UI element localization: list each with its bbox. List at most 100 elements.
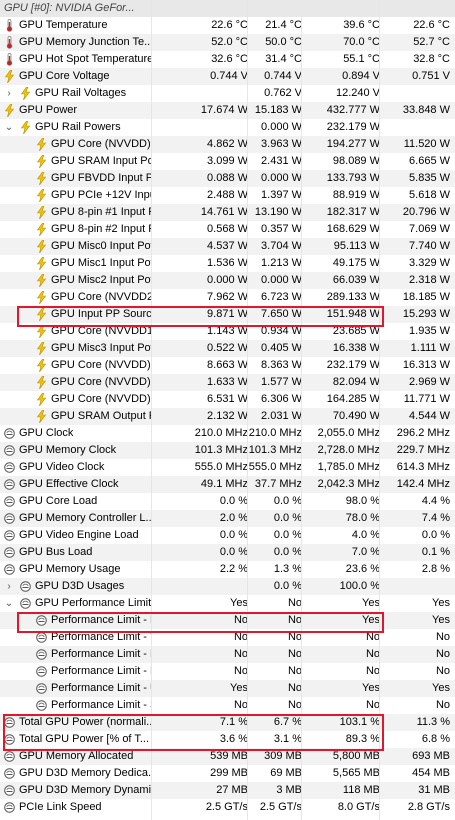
sensor-name-cell: Performance Limit - M... bbox=[0, 663, 152, 680]
sensor-label: Performance Limit - T... bbox=[51, 631, 152, 643]
table-row[interactable]: Total GPU Power (normali... 7.1 % 6.7 % 103… bbox=[0, 714, 455, 731]
sensor-label: GPU D3D Usages bbox=[35, 580, 125, 592]
gauge-icon bbox=[20, 597, 31, 610]
table-row[interactable]: Performance Limit - M... No No No No bbox=[0, 663, 455, 680]
sensor-label: Performance Limit - R... bbox=[51, 648, 152, 660]
table-row[interactable]: GPU Memory Clock 101.3 MHz 101.3 MHz 2,728.… bbox=[0, 442, 455, 459]
table-row[interactable]: GPU Core (NVVDD2) I... 7.962 W 6.723 W 289.… bbox=[0, 289, 455, 306]
table-row[interactable]: GPU Memory Usage 2.2 % 1.3 % 23.6 % 2.8 % bbox=[0, 561, 455, 578]
sensor-name-cell: GPU Core Voltage bbox=[0, 68, 152, 85]
table-row[interactable]: GPU SRAM Input Pow... 3.099 W 2.431 W 98.08… bbox=[0, 153, 455, 170]
table-row[interactable]: Performance Limit - U... Yes No Yes Yes bbox=[0, 680, 455, 697]
table-row[interactable]: GPU Bus Load 0.0 % 0.0 % 7.0 % 0.1 % bbox=[0, 544, 455, 561]
gpu-group-header[interactable]: GPU [#0]: NVIDIA GeFor... bbox=[0, 0, 455, 17]
table-row[interactable]: GPU Memory Junction Te... 52.0 °C 50.0 °C 7… bbox=[0, 34, 455, 51]
table-row[interactable]: GPU Power 17.674 W 15.183 W 432.777 W 33.848… bbox=[0, 102, 455, 119]
average-value: 296.2 MHz bbox=[396, 427, 450, 439]
sensor-label: GPU Misc1 Input Power bbox=[51, 257, 152, 269]
table-row[interactable]: ⌄ GPU Performance Limits Yes No Yes Yes bbox=[0, 595, 455, 612]
table-row[interactable]: GPU PCIe +12V Input... 2.488 W 1.397 W 88.9… bbox=[0, 187, 455, 204]
table-row[interactable]: GPU Video Engine Load 0.0 % 0.0 % 4.0 % 0.0 … bbox=[0, 527, 455, 544]
sensor-label: GPU FBVDD Input Po... bbox=[51, 172, 152, 184]
table-row[interactable]: Performance Limit - P... No No Yes Yes bbox=[0, 612, 455, 629]
lightning-icon bbox=[36, 359, 47, 372]
table-row[interactable]: GPU Core (NVVDD) In... 4.862 W 3.963 W 194.… bbox=[0, 136, 455, 153]
current-value: 1.536 W bbox=[207, 257, 248, 269]
minimum-value: 3.1 % bbox=[273, 733, 302, 745]
table-row[interactable]: GPU Temperature 22.6 °C 21.4 °C 39.6 °C 22.6… bbox=[0, 17, 455, 34]
minimum-value: 13.190 W bbox=[254, 206, 302, 218]
collapse-chevron-icon[interactable]: ⌄ bbox=[4, 122, 14, 133]
gauge-icon bbox=[4, 427, 15, 440]
sensor-name-cell: Total GPU Power [% of T... bbox=[0, 731, 152, 748]
table-row[interactable]: GPU Core (NVVDD) O... 6.531 W 6.306 W 164.2… bbox=[0, 391, 455, 408]
table-row[interactable]: GPU Misc0 Input Power 4.537 W 3.704 W 95.11… bbox=[0, 238, 455, 255]
table-row[interactable]: GPU SRAM Output Po... 2.132 W 2.031 W 70.49… bbox=[0, 408, 455, 425]
table-row[interactable]: GPU Core (NVVDD) O... 1.633 W 1.577 W 82.09… bbox=[0, 374, 455, 391]
average-value: Yes bbox=[432, 597, 450, 609]
table-row[interactable]: Total GPU Power [% of T... 3.6 % 3.1 % 89.3… bbox=[0, 731, 455, 748]
maximum-value: 5,800 MB bbox=[332, 750, 380, 762]
lightning-icon bbox=[20, 87, 31, 100]
minimum-value: 0.762 V bbox=[264, 87, 302, 99]
minimum-value: 31.4 °C bbox=[265, 53, 302, 65]
table-row[interactable]: GPU Clock 210.0 MHz 210.0 MHz 2,055.0 MHz 29… bbox=[0, 425, 455, 442]
minimum-value: 2.431 W bbox=[261, 155, 302, 167]
collapse-chevron-icon[interactable]: ⌄ bbox=[4, 598, 14, 609]
sensor-label: GPU Core (NVVDD) O... bbox=[51, 359, 152, 371]
table-row[interactable]: Performance Limit - R... No No No No bbox=[0, 646, 455, 663]
table-row[interactable]: PCIe Link Speed 2.5 GT/s 2.5 GT/s 8.0 GT/s 2… bbox=[0, 799, 455, 816]
minimum-value: No bbox=[287, 648, 302, 660]
current-value: 4.537 W bbox=[207, 240, 248, 252]
current-value: No bbox=[233, 665, 248, 677]
table-row[interactable]: GPU 8-pin #2 Input P... 0.568 W 0.357 W 168… bbox=[0, 221, 455, 238]
table-row[interactable]: GPU Misc2 Input Power 0.000 W 0.000 W 66.03… bbox=[0, 272, 455, 289]
current-value: 2.132 W bbox=[207, 410, 248, 422]
table-row[interactable]: GPU Effective Clock 49.1 MHz 37.7 MHz 2,042… bbox=[0, 476, 455, 493]
sensor-label: GPU Clock bbox=[19, 427, 74, 439]
table-row[interactable]: GPU Memory Allocated 539 MB 309 MB 5,800 MB… bbox=[0, 748, 455, 765]
current-value: 17.674 W bbox=[200, 104, 248, 116]
expand-chevron-icon[interactable]: › bbox=[4, 581, 14, 592]
current-value: 0.522 W bbox=[207, 342, 248, 354]
sensor-name-cell: GPU 8-pin #2 Input P... bbox=[0, 221, 152, 238]
thermometer-icon bbox=[4, 19, 15, 32]
expand-chevron-icon[interactable]: › bbox=[4, 88, 14, 99]
table-row[interactable]: › GPU D3D Usages 0.0 % 100.0 % bbox=[0, 578, 455, 595]
gauge-icon bbox=[36, 699, 47, 712]
table-row[interactable]: GPU Core (NVVDD) O... 8.663 W 8.363 W 232.1… bbox=[0, 357, 455, 374]
table-row[interactable]: GPU D3D Memory Dedica... 299 MB 69 MB 5,565… bbox=[0, 765, 455, 782]
sensor-name-cell: GPU Video Engine Load bbox=[0, 527, 152, 544]
current-value: 0.0 % bbox=[219, 495, 248, 507]
table-row[interactable]: GPU Misc3 Input Pow... 0.522 W 0.405 W 16.3… bbox=[0, 340, 455, 357]
table-row[interactable]: ⌄ GPU Rail Powers 0.000 W 232.179 W bbox=[0, 119, 455, 136]
table-row[interactable]: GPU Memory Controller L... 2.0 % 0.0 % 78.0… bbox=[0, 510, 455, 527]
lightning-icon bbox=[36, 393, 47, 406]
table-row[interactable]: GPU D3D Memory Dynamic 27 MB 3 MB 118 MB 31 … bbox=[0, 782, 455, 799]
sensor-name-cell: Performance Limit - S... bbox=[0, 697, 152, 714]
table-row[interactable]: GPU 8-pin #1 Input P... 14.761 W 13.190 W 1… bbox=[0, 204, 455, 221]
current-value: 0.0 % bbox=[219, 546, 248, 558]
table-row[interactable]: GPU Input PP Source ... 9.871 W 7.650 W 151… bbox=[0, 306, 455, 323]
average-value: No bbox=[435, 648, 450, 660]
table-row[interactable]: Performance Limit - T... No No No No bbox=[0, 629, 455, 646]
table-row[interactable]: › GPU Rail Voltages 0.762 V 12.240 V bbox=[0, 85, 455, 102]
table-row[interactable]: GPU Core (NVVDD1) I... 1.143 W 0.934 W 23.6… bbox=[0, 323, 455, 340]
table-row[interactable]: GPU FBVDD Input Po... 0.088 W 0.000 W 133.7… bbox=[0, 170, 455, 187]
table-row[interactable]: GPU Misc1 Input Power 1.536 W 1.213 W 49.17… bbox=[0, 255, 455, 272]
table-row[interactable]: Performance Limit - S... No No No No bbox=[0, 697, 455, 714]
table-row[interactable]: GPU Core Voltage 0.744 V 0.744 V 0.894 V 0.7… bbox=[0, 68, 455, 85]
lightning-icon bbox=[36, 325, 47, 338]
thermometer-icon bbox=[4, 36, 15, 49]
table-row[interactable]: GPU Core Load 0.0 % 0.0 % 98.0 % 4.4 % bbox=[0, 493, 455, 510]
minimum-value: No bbox=[287, 614, 302, 626]
table-row[interactable]: GPU Video Clock 555.0 MHz 555.0 MHz 1,785.0… bbox=[0, 459, 455, 476]
average-value: 2.969 W bbox=[409, 376, 450, 388]
sensor-label: GPU 8-pin #1 Input P... bbox=[51, 206, 152, 218]
average-value bbox=[380, 85, 450, 102]
sensor-label: GPU D3D Memory Dynamic bbox=[19, 784, 152, 796]
lightning-icon bbox=[36, 257, 47, 270]
average-value: 0.751 V bbox=[412, 70, 450, 82]
minimum-value: 309 MB bbox=[264, 750, 302, 762]
table-row[interactable]: GPU Hot Spot Temperature 32.6 °C 31.4 °C 55… bbox=[0, 51, 455, 68]
